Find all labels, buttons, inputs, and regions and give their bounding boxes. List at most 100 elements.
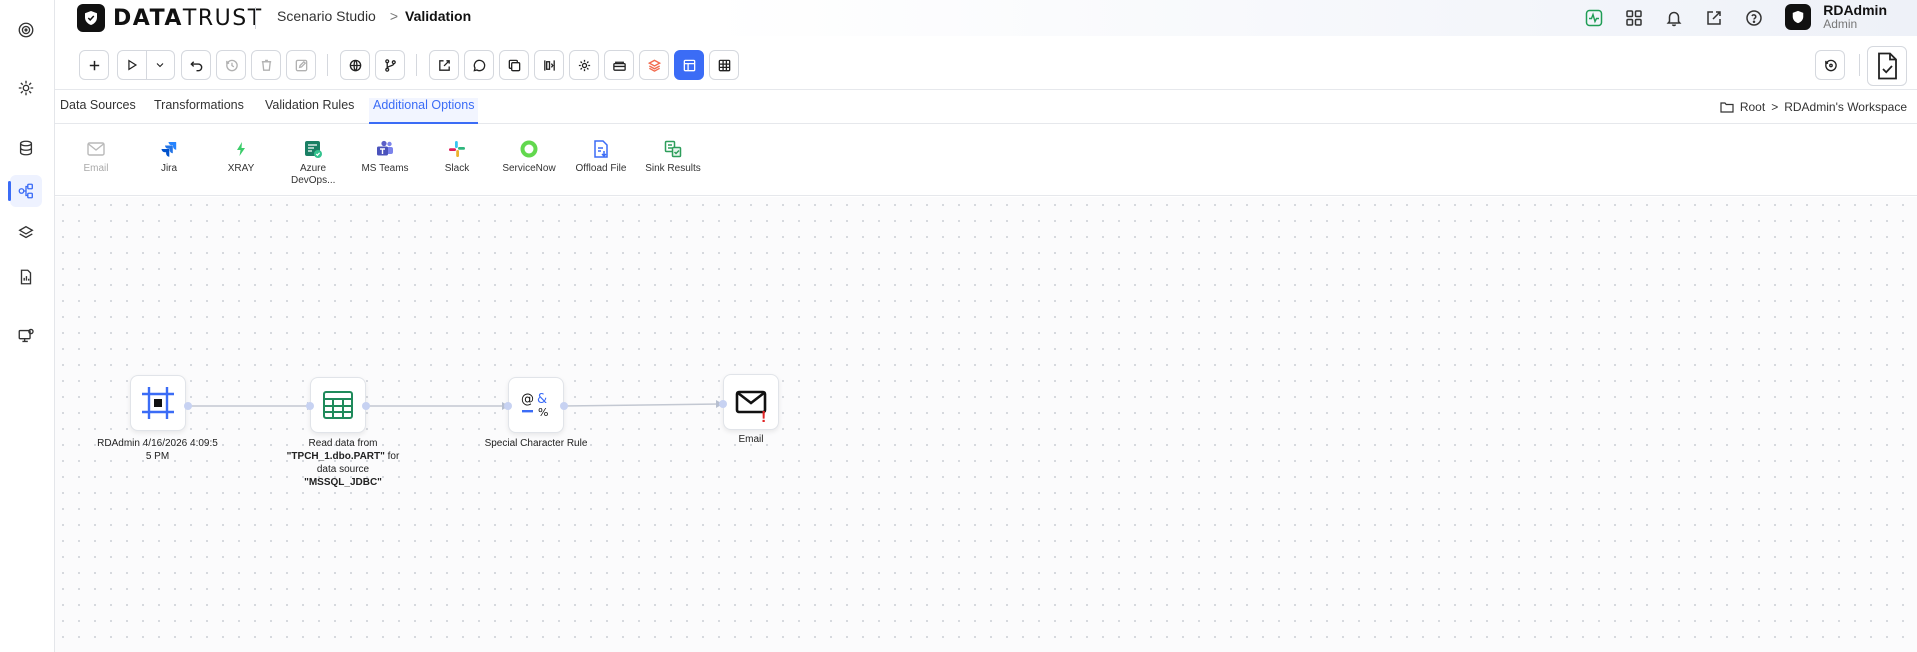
rail-report-icon[interactable] bbox=[10, 261, 42, 293]
user-role: Admin bbox=[1823, 17, 1858, 31]
toolbar-divider bbox=[416, 54, 417, 76]
export-button[interactable] bbox=[429, 50, 459, 80]
workspace-separator: > bbox=[1771, 100, 1779, 114]
tab-data-sources[interactable]: Data Sources bbox=[60, 98, 136, 124]
additional-options-strip: Email Jira XRAY Azure DevOps... MS Teams… bbox=[55, 124, 1917, 196]
add-button[interactable] bbox=[79, 50, 109, 80]
node-read-input-port[interactable] bbox=[306, 402, 314, 410]
rail-database-icon[interactable] bbox=[10, 132, 42, 164]
option-servicenow[interactable]: ServiceNow bbox=[501, 139, 557, 175]
rail-workflow-icon[interactable] bbox=[8, 175, 42, 207]
tab-validation-rules[interactable]: Validation Rules bbox=[265, 98, 354, 124]
node-read-data[interactable] bbox=[310, 377, 366, 433]
left-rail bbox=[0, 0, 55, 652]
option-offload-file[interactable]: Offload File bbox=[573, 139, 629, 175]
copy-button[interactable] bbox=[499, 50, 529, 80]
node-email-warning-icon: ! bbox=[761, 409, 767, 426]
option-xray[interactable]: XRAY bbox=[213, 139, 269, 175]
workspace-breadcrumb[interactable]: Root > RDAdmin's Workspace bbox=[1720, 100, 1907, 114]
run-button[interactable] bbox=[118, 51, 147, 79]
user-name: RDAdmin bbox=[1823, 2, 1887, 18]
tab-bar: Data Sources Transformations Validation … bbox=[55, 92, 1917, 124]
slack-icon bbox=[449, 141, 465, 157]
workspace-root: Root bbox=[1739, 100, 1766, 114]
option-ms-teams[interactable]: MS Teams bbox=[357, 139, 413, 175]
toolbar-divider bbox=[327, 54, 328, 76]
toolbox-button[interactable] bbox=[604, 50, 634, 80]
undo-button[interactable] bbox=[181, 50, 211, 80]
servicenow-icon bbox=[520, 140, 538, 158]
align-button[interactable] bbox=[534, 50, 564, 80]
breadcrumb-separator: > bbox=[389, 8, 399, 24]
rail-layers-icon[interactable] bbox=[10, 217, 42, 249]
revision-history-button[interactable] bbox=[1815, 50, 1845, 80]
run-dropdown-chevron-icon[interactable] bbox=[147, 51, 175, 79]
breadcrumb-root[interactable]: Scenario Studio bbox=[277, 8, 376, 24]
option-slack[interactable]: Slack bbox=[429, 139, 485, 175]
globe-button[interactable] bbox=[340, 50, 370, 80]
jira-icon bbox=[161, 142, 177, 157]
logo-text: DATATRUST bbox=[113, 5, 263, 31]
logo-divider bbox=[255, 7, 256, 29]
edit-button[interactable] bbox=[286, 50, 316, 80]
workflow-canvas[interactable]: RDAdmin 4/16/2026 4:09:5 5 PM Read data … bbox=[55, 197, 1917, 652]
node-email-input-port[interactable] bbox=[719, 400, 727, 408]
option-jira[interactable]: Jira bbox=[141, 139, 197, 175]
breadcrumb: Scenario Studio > Validation bbox=[277, 8, 471, 24]
top-icon-group bbox=[1583, 7, 1765, 29]
shield-logo-icon bbox=[77, 4, 105, 32]
svg-text:@: @ bbox=[521, 392, 534, 407]
node-read-output-port[interactable] bbox=[362, 402, 370, 410]
datatrust-logo[interactable]: DATATRUST bbox=[77, 4, 263, 32]
node-rule-label: Special Character Rule bbox=[484, 438, 588, 449]
option-sink-results[interactable]: Sink Results bbox=[645, 139, 701, 175]
folder-icon bbox=[1720, 102, 1734, 113]
node-start-port[interactable] bbox=[184, 402, 192, 410]
option-azure-devops[interactable]: Azure DevOps... bbox=[285, 139, 341, 187]
rail-target-icon[interactable] bbox=[10, 14, 42, 46]
toolbar-divider bbox=[1859, 54, 1860, 76]
rail-monitor-settings-icon[interactable] bbox=[10, 320, 42, 352]
rail-settings-icon[interactable] bbox=[10, 72, 42, 104]
node-email-label: Email bbox=[738, 434, 764, 445]
help-icon[interactable] bbox=[1743, 7, 1765, 29]
user-menu[interactable]: RDAdmin Admin bbox=[1785, 3, 1887, 31]
branch-button[interactable] bbox=[375, 50, 405, 80]
tab-transformations[interactable]: Transformations bbox=[154, 98, 244, 124]
clear-button[interactable] bbox=[251, 50, 281, 80]
azure-devops-icon bbox=[305, 141, 322, 158]
apps-grid-icon[interactable] bbox=[1623, 7, 1645, 29]
table-icon bbox=[323, 391, 353, 419]
history-button[interactable] bbox=[216, 50, 246, 80]
node-rule-input-port[interactable] bbox=[504, 402, 512, 410]
mail-icon bbox=[87, 142, 105, 156]
special-character-icon: @ &% bbox=[521, 392, 548, 419]
node-rule-output-port[interactable] bbox=[560, 402, 568, 410]
sink-results-icon bbox=[664, 140, 682, 158]
layout-view-button[interactable] bbox=[674, 50, 704, 80]
edge-rule-to-email bbox=[562, 403, 721, 407]
node-start[interactable] bbox=[130, 375, 186, 431]
activity-icon[interactable] bbox=[1583, 7, 1605, 29]
svg-text:%: % bbox=[538, 406, 548, 419]
tab-additional-options[interactable]: Additional Options bbox=[369, 98, 479, 124]
toolbar bbox=[55, 44, 1917, 90]
node-read-label: Read data from "TPCH_1.dbo.PART" for dat… bbox=[286, 438, 400, 488]
settings-button[interactable] bbox=[569, 50, 599, 80]
bell-icon[interactable] bbox=[1663, 7, 1685, 29]
node-special-character-rule[interactable]: @ &% bbox=[508, 377, 564, 433]
option-email[interactable]: Email bbox=[68, 139, 124, 175]
run-split-button bbox=[117, 50, 175, 80]
comment-button[interactable] bbox=[464, 50, 494, 80]
frame-start-icon bbox=[142, 387, 174, 419]
breadcrumb-current: Validation bbox=[405, 8, 472, 24]
xray-icon bbox=[237, 142, 245, 156]
user-avatar-icon bbox=[1785, 4, 1812, 30]
node-email[interactable] bbox=[723, 374, 779, 430]
workspace-name: RDAdmin's Workspace bbox=[1784, 100, 1907, 114]
external-link-icon[interactable] bbox=[1703, 7, 1725, 29]
stack-button[interactable] bbox=[639, 50, 669, 80]
validate-document-button[interactable] bbox=[1867, 46, 1907, 86]
offload-file-icon bbox=[594, 140, 608, 158]
table-view-button[interactable] bbox=[709, 50, 739, 80]
